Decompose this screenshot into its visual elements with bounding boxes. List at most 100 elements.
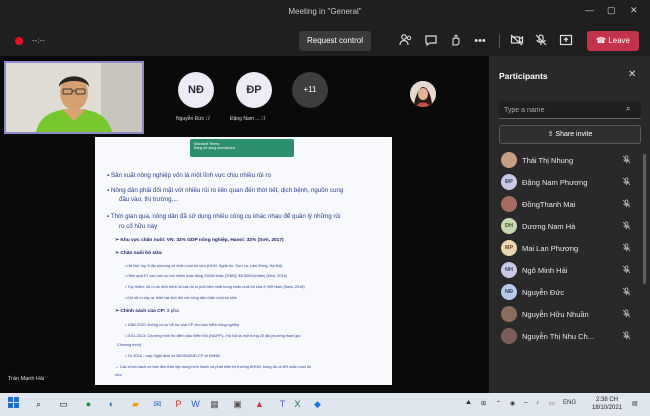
participant-avatar	[501, 306, 517, 322]
slide-item: • Khi rủi ro xảy ra, thiệt hại ảnh đối v…	[125, 296, 237, 300]
slide-bullet: ▪ Nông dân phải đối mặt với nhiều rủi ro…	[107, 187, 344, 194]
search-icon[interactable]: ⌕	[626, 104, 630, 114]
close-panel-icon[interactable]: ✕	[628, 69, 636, 80]
slide-item: • 1982-2010: không có sự hỗ trợ của CP c…	[125, 323, 239, 327]
teams-icon[interactable]: T	[275, 397, 290, 412]
slide-bullet-cont: đầu vào, thị trường,...	[119, 196, 179, 203]
slide-bullet: ▪ Sản xuất nông nghiệp vốn là một lĩnh v…	[107, 172, 271, 179]
muted-mic-icon	[622, 287, 631, 298]
participant-row[interactable]: ĐP Đặng Nam Phương	[489, 172, 650, 192]
toolbar-separator	[499, 34, 500, 48]
reactions-icon[interactable]	[448, 33, 464, 49]
app-icon[interactable]: ◆	[310, 397, 325, 412]
app-icon[interactable]: ▦	[207, 397, 222, 412]
leave-label: Leave	[608, 36, 630, 45]
browser-icon[interactable]: ●	[81, 397, 96, 412]
camera-off-icon[interactable]	[509, 33, 525, 49]
taskbar-clock[interactable]: 2:38 CH 18/10/2021	[587, 396, 627, 412]
word-icon[interactable]: W	[188, 397, 203, 412]
participant-row[interactable]: Nguyễn Hữu Nhuần	[489, 304, 650, 324]
language-indicator[interactable]: ENG	[563, 400, 576, 406]
hang-up-icon: ☎	[596, 36, 609, 45]
participant-name: Mai Lan Phương	[522, 244, 579, 253]
more-actions-icon[interactable]: •••	[472, 33, 488, 49]
close-window-icon[interactable]: ✕	[630, 5, 638, 16]
shared-screen-slide: Đặt vấn đề Microsoft Teams Đang sử dụng …	[95, 137, 392, 385]
clock-date: 18/10/2021	[591, 405, 623, 411]
volume-icon[interactable]: ♪	[536, 400, 539, 406]
slide-item: • 2011-2013: Chương trình thí điểm bảo h…	[125, 334, 301, 338]
leave-button[interactable]: ☎ Leave	[587, 31, 639, 51]
participant-avatar: ĐP	[501, 174, 517, 190]
muted-mic-icon	[622, 265, 631, 276]
muted-mic-icon	[622, 199, 631, 210]
participant-row[interactable]: NH Ngô Minh Hải	[489, 260, 650, 280]
participant-row[interactable]: Nguyễn Thị Nhu Ch...	[489, 326, 650, 346]
minimize-icon[interactable]: —	[585, 5, 594, 15]
tray-icon[interactable]: ⛰	[466, 400, 471, 407]
network-icon[interactable]: ⌔	[523, 400, 529, 408]
participant-search-input[interactable]	[504, 104, 614, 116]
slide-item-cont: Chương trình)	[117, 343, 142, 347]
slide-item: • Hà Nội: top 5 địa phương về chăn nuôi …	[125, 264, 283, 268]
participant-avatar: NĐ	[501, 284, 517, 300]
participant-list-scrollbar[interactable]	[643, 154, 646, 284]
participant-search[interactable]: ⌕	[499, 101, 641, 119]
participant-avatar[interactable]: NĐ	[178, 72, 214, 108]
muted-mic-icon	[622, 177, 631, 188]
meeting-controls-bar: --:-- Request control ••• ☎ Leave	[0, 26, 650, 56]
participant-photo-avatar[interactable]	[410, 81, 436, 107]
windows-start-icon[interactable]	[6, 397, 21, 412]
popup-text: Đang sử dụng microphone	[194, 146, 236, 150]
powerpoint-icon[interactable]: P	[171, 397, 186, 412]
muted-mic-icon	[622, 155, 631, 166]
more-participants-avatar[interactable]: +11	[292, 72, 328, 108]
excel-icon[interactable]: X	[290, 397, 305, 412]
chat-icon[interactable]	[423, 33, 439, 49]
tray-icon[interactable]: ⊞	[481, 400, 486, 407]
request-control-button[interactable]: Request control	[299, 31, 371, 51]
maximize-icon[interactable]: ▢	[607, 5, 616, 16]
taskbar-search-icon[interactable]: ⌕	[31, 397, 46, 412]
share-invite-label: Share invite	[555, 131, 593, 138]
participants-panel: Participants ✕ ⌕ ⇪ Share invite Thái Thị…	[489, 56, 650, 393]
notification-icon[interactable]: ▤	[632, 400, 638, 407]
participant-row[interactable]: NĐ Nguyễn Đức	[489, 282, 650, 302]
slide-item: • Tuy nhiên, rủi ro do dịch bệnh là loại…	[125, 285, 305, 289]
participant-name: Nguyễn Thị Nhu Ch...	[522, 332, 594, 341]
task-view-icon[interactable]: ▭	[56, 397, 71, 412]
participant-avatar[interactable]: ĐP	[236, 72, 272, 108]
presenter-video-tile[interactable]	[4, 61, 144, 134]
app-icon[interactable]: ▣	[230, 397, 245, 412]
share-screen-icon[interactable]	[558, 33, 574, 49]
title-bar: Meeting in "General" — ▢ ✕	[0, 0, 650, 26]
participants-icon[interactable]	[398, 33, 414, 49]
participant-name: Thái Thị Nhung	[522, 156, 574, 165]
slide-conclusion: → Các chính sách cơ bản đều thiết lập tr…	[115, 365, 312, 369]
tray-icon[interactable]: ◉	[510, 400, 515, 407]
acrobat-icon[interactable]: ▲	[252, 397, 267, 412]
participant-avatar	[501, 152, 517, 168]
participant-avatar: DH	[501, 218, 517, 234]
participant-row[interactable]: Thái Thị Nhung	[489, 150, 650, 170]
slide-item: • Hiệu quả KT cao hơn so với nhiều hoạt …	[125, 274, 288, 278]
share-invite-button[interactable]: ⇪ Share invite	[499, 125, 641, 144]
participant-row[interactable]: MP Mai Lan Phương	[489, 238, 650, 258]
participant-avatar: MP	[501, 240, 517, 256]
muted-mic-icon	[622, 243, 631, 254]
windows-taskbar: ⌕ ▭ ● ◐ ▰ ✉ P W ▦ ▣ ▲ T X ◆ ⛰ ⊞ ⌃ ◉ ⌔ ♪ …	[0, 393, 650, 416]
file-explorer-icon[interactable]: ▰	[128, 397, 143, 412]
participant-name: Đặng Nam Phương	[522, 178, 588, 187]
participant-row[interactable]: DH Dương Nam Hà	[489, 216, 650, 236]
battery-icon[interactable]: ▭	[549, 400, 555, 407]
mic-off-icon[interactable]	[533, 33, 549, 49]
edge-icon[interactable]: ◐	[104, 397, 119, 412]
recording-indicator-icon	[15, 37, 23, 45]
mail-icon[interactable]: ✉	[150, 397, 165, 412]
chevron-up-icon[interactable]: ⌃	[496, 400, 501, 407]
participant-avatar	[501, 328, 517, 344]
participant-row[interactable]: ĐồngThanh Mai	[489, 194, 650, 214]
muted-mic-icon	[622, 309, 631, 320]
slide-conclusion-cont: sữa	[115, 373, 122, 377]
slide-subheading: ➢ Chính sách của CP: 3 pha	[115, 309, 179, 314]
